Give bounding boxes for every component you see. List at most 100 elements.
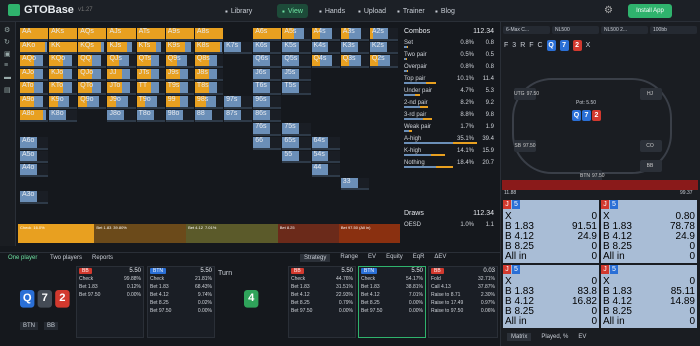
panel-row[interactable]: Bet 4.12 7.01% [359, 291, 425, 299]
copy-icon[interactable]: ▣ [4, 50, 11, 58]
hand-cell[interactable]: 96s [253, 96, 282, 109]
hand-cell[interactable]: T9o [136, 96, 165, 109]
hand-cell[interactable]: A8s [194, 28, 224, 41]
hand-cell[interactable]: ATo [20, 82, 49, 96]
hand-cell[interactable]: J8s [194, 68, 224, 82]
strategy-segment[interactable]: Bet 97.50 (All in) [338, 224, 400, 243]
panel-row[interactable]: Bet 4.12 9.74% [148, 291, 214, 299]
game-select[interactable]: 100bb [650, 26, 697, 34]
hand-cell[interactable]: A6s [253, 28, 282, 41]
strategy-segment[interactable]: Bet 8.25 [277, 224, 339, 243]
hand-cell[interactable]: JTs [136, 68, 165, 82]
hand-detail-cell[interactable]: J5X0B 1.83 85.11 B 4.12 14.89 B 8.25 0 All in 0 [601, 265, 697, 328]
panel-row[interactable]: Bet 1.83 38.81% [359, 283, 425, 291]
hand-cell[interactable]: K4s [311, 41, 340, 55]
panel-row[interactable]: Bet 97.50 0.00% [359, 307, 425, 315]
hand-cell[interactable]: JTo [107, 82, 136, 96]
hand-cell[interactable]: A6o [20, 136, 49, 150]
panel-row[interactable]: Bet 97.50 0.00% [148, 307, 214, 315]
hand-cell[interactable]: Q8s [194, 55, 224, 68]
game-select[interactable]: 6-Max C... [503, 26, 550, 34]
nav-blog[interactable]: ▪ Blog [430, 4, 460, 18]
combo-row[interactable]: 3-rd pair 8.8% 9.8 [404, 109, 494, 121]
panel-row[interactable]: Bet 1.83 0.12% [77, 283, 143, 291]
hand-cell[interactable]: JJ [107, 68, 136, 82]
combo-row[interactable]: K-high 14.1% 15.9 [404, 145, 494, 157]
action-step[interactable]: F [529, 42, 533, 49]
action-step[interactable]: 3 [512, 42, 516, 49]
panel-row[interactable]: Check 21.81% [148, 275, 214, 283]
hand-cell[interactable]: T8o [136, 109, 165, 123]
hand-cell[interactable]: AJo [20, 68, 49, 82]
hand-detail-cell[interactable]: J5X0B 1.83 91.51 B 4.12 24.9 B 8.25 0 All in 0 [503, 200, 599, 263]
hand-cell[interactable]: Q6s [253, 55, 282, 68]
combo-row[interactable]: Nothing 18.4% 20.7 [404, 157, 494, 169]
hand-cell[interactable]: J5s [282, 68, 311, 82]
seat-bb[interactable]: BB [640, 160, 662, 172]
hand-cell[interactable]: J9s [165, 68, 194, 82]
hand-detail-cell[interactable]: J 5 X 0.80 B 1.83 78.78 B 4.12 24.9 B 8.25 0 All i… [601, 200, 697, 263]
hand-cell[interactable]: 98s [194, 96, 224, 109]
right-tab[interactable]: Matrix [507, 333, 532, 341]
hand-cell[interactable]: QJo [78, 68, 107, 82]
hand-cell[interactable]: A9o [20, 96, 49, 109]
panel-row[interactable]: Raise to 8.71 2.30% [429, 291, 497, 299]
hand-cell[interactable]: K6s [253, 41, 282, 55]
bottom-tab[interactable]: Two players [50, 255, 82, 261]
analysis-tab[interactable]: EV [368, 254, 376, 262]
hand-cell[interactable]: AKs [49, 28, 78, 41]
panel-row[interactable]: Bet 97.50 0.00% [289, 307, 355, 315]
folder-icon[interactable]: ▬ [4, 74, 11, 81]
gear-icon[interactable]: ⚙ [604, 5, 613, 16]
hand-detail-cell[interactable]: J5X0B 1.83 83.8 B 4.12 16.82 B 8.25 0 All in 0 [503, 265, 599, 328]
position-button[interactable]: BB [44, 322, 59, 330]
hand-cell[interactable]: 55 [282, 150, 311, 164]
panel-row[interactable]: Bet 8.25 0.02% [148, 299, 214, 307]
nav-trainer[interactable]: ▪ Trainer [392, 4, 430, 18]
hand-cell[interactable]: Q9o [78, 96, 107, 109]
hand-cell[interactable]: K8s [194, 41, 224, 55]
analysis-tab[interactable]: ΔEV [434, 254, 446, 262]
combo-row[interactable]: Overpair 0.8% 0.8 [404, 61, 494, 73]
hand-cell[interactable]: K9s [165, 41, 194, 55]
app-logo[interactable]: GTOBase v1.27 [8, 4, 93, 16]
combo-row[interactable]: Weak pair 1.7% 1.9 [404, 121, 494, 133]
hand-cell[interactable]: TT [136, 82, 165, 96]
decision-panel[interactable]: BTN 5.50 Check 54.17% Bet 1.83 38.81% Bet 4.12… [358, 266, 426, 338]
panel-row[interactable]: Raise to 97.50 0.06% [429, 307, 497, 315]
hand-cell[interactable]: 88 [194, 109, 224, 123]
hand-cell[interactable]: 65s [282, 136, 311, 150]
hand-cell[interactable]: AJs [107, 28, 136, 41]
hand-cell[interactable]: KTs [136, 41, 165, 55]
panel-row[interactable]: Check 54.17% [359, 275, 425, 283]
nav-hands[interactable]: ▪ Hands [314, 4, 350, 18]
hand-cell[interactable]: J6s [253, 68, 282, 82]
hand-cell[interactable]: QTo [78, 82, 107, 96]
decision-panel[interactable]: BTN 5.50 Check 21.81% Bet 1.83 68.43% Bet 4.12… [147, 266, 215, 338]
hand-cell[interactable]: 33 [340, 177, 369, 191]
hand-cell[interactable]: QJs [107, 55, 136, 68]
hand-cell[interactable]: A9s [165, 28, 194, 41]
combo-row[interactable]: Two pair 0.5% 0.5 [404, 49, 494, 61]
hand-cell[interactable]: Q3s [340, 55, 369, 68]
hand-cell[interactable]: K5s [282, 41, 311, 55]
hand-cell[interactable]: QQ [78, 55, 107, 68]
panel-row[interactable]: Call 4.13 37.87% [429, 283, 497, 291]
seat-co[interactable]: CO [640, 140, 662, 152]
hand-cell[interactable]: 44 [311, 164, 340, 177]
panel-row[interactable]: Bet 4.12 22.93% [289, 291, 355, 299]
hand-cell[interactable]: AQo [20, 55, 49, 68]
analysis-tab[interactable]: Strategy [300, 254, 331, 262]
analysis-tab[interactable]: EqR [413, 254, 425, 262]
hand-cell[interactable]: K7s [224, 41, 253, 55]
panel-row[interactable]: Bet 1.83 31.51% [289, 283, 355, 291]
hand-cell[interactable]: 54s [311, 150, 340, 164]
hand-cell[interactable]: KJs [107, 41, 136, 55]
hand-cell[interactable]: T6s [253, 82, 282, 96]
hand-cell[interactable]: 97s [224, 96, 253, 109]
combo-row[interactable]: A-high 35.1% 39.4 [404, 133, 494, 145]
hand-cell[interactable]: KQo [49, 55, 78, 68]
hand-cell[interactable]: 86s [253, 109, 282, 123]
chart-icon[interactable]: ▤ [4, 86, 11, 94]
hand-cell[interactable]: Q4s [311, 55, 340, 68]
